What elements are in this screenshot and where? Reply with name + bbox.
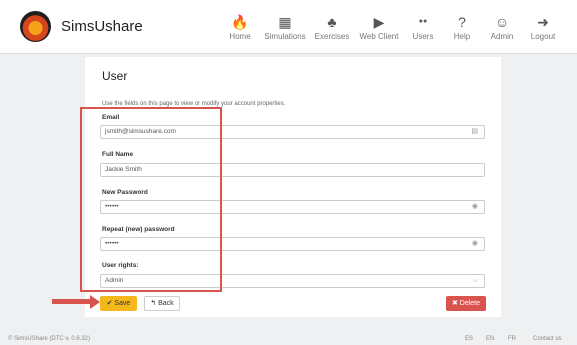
save-button[interactable]: ✔ Save: [100, 296, 137, 311]
lang-fr-link[interactable]: FR: [508, 336, 516, 342]
nav-simulations[interactable]: ▦ Simulations: [263, 14, 307, 48]
nav-users[interactable]: ●● Users: [409, 14, 437, 48]
eye-icon[interactable]: ◉: [472, 201, 478, 213]
delete-button[interactable]: ✖ Delete: [446, 296, 486, 311]
highlight-box: [80, 107, 222, 292]
annotation-arrow-head: [90, 295, 100, 309]
sitemap-icon: ♣: [327, 14, 337, 30]
contact-us-link[interactable]: Contact us: [533, 336, 562, 342]
annotation-arrow-shaft: [52, 299, 92, 304]
user-icon: ☺: [494, 14, 510, 30]
nav-home[interactable]: 🔥 Home: [227, 14, 253, 48]
chevron-down-icon: ⌵: [472, 277, 478, 284]
nav-logout[interactable]: ➜ Logout: [529, 14, 557, 48]
lang-es-link[interactable]: ES: [465, 336, 473, 342]
id-card-icon: ▤: [471, 128, 478, 135]
logout-icon: ➜: [537, 14, 549, 30]
play-icon: ▶: [373, 14, 385, 30]
nav-exercises[interactable]: ♣ Exercises: [313, 14, 351, 48]
top-navbar: SimsUshare 🔥 Home ▦ Simulations ♣ Exerci…: [0, 0, 577, 54]
back-button[interactable]: ↰ Back: [144, 296, 180, 311]
simsushare-logo[interactable]: [20, 11, 51, 42]
page-title: User: [102, 69, 128, 83]
help-icon: ?: [458, 14, 466, 30]
eye-icon[interactable]: ◉: [472, 238, 478, 250]
copyright-text: © SimsUShare (DTC v. 0.6.32): [8, 336, 90, 342]
fire-icon: 🔥: [231, 14, 249, 30]
nav-help[interactable]: ? Help: [449, 14, 475, 48]
footer: © SimsUShare (DTC v. 0.6.32) ES EN FR Co…: [0, 332, 577, 345]
nav-admin[interactable]: ☺ Admin: [487, 14, 517, 48]
users-icon: ●●: [418, 18, 428, 25]
map-icon: ▦: [278, 14, 292, 30]
nav-web-client[interactable]: ▶ Web Client: [359, 14, 399, 48]
brand-name[interactable]: SimsUshare: [61, 18, 143, 35]
lang-en-link[interactable]: EN: [486, 336, 494, 342]
